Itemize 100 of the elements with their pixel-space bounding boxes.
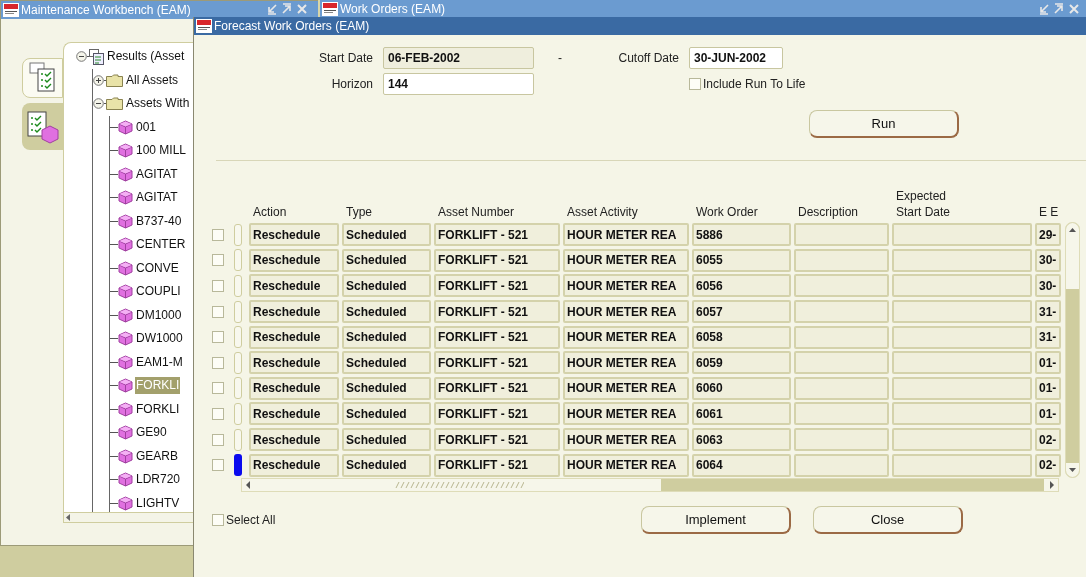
date-field[interactable]: 144 [383,73,534,95]
table-cell[interactable]: 31- [1035,325,1061,349]
date-field[interactable]: 30-JUN-2002 [689,47,783,69]
table-cell[interactable]: HOUR METER REA [563,428,689,452]
table-cell[interactable]: Reschedule [249,351,339,375]
table-cell[interactable]: FORKLIFT - 521 [434,325,560,349]
tree-item[interactable]: CENTER [135,236,187,254]
table-cell[interactable]: 6060 [692,376,791,400]
table-cell[interactable]: Reschedule [249,428,339,452]
horizontal-scrollbar[interactable] [241,477,1059,492]
close-icon[interactable] [296,3,308,15]
table-cell[interactable]: Scheduled [342,428,431,452]
tree-item[interactable]: CONVE [135,259,180,277]
row-checkbox[interactable] [212,305,224,318]
table-cell[interactable]: FORKLIFT - 521 [434,402,560,426]
table-cell[interactable] [892,300,1032,324]
vertical-scrollbar[interactable] [1065,222,1080,478]
table-cell[interactable] [892,223,1032,247]
table-cell[interactable] [892,376,1032,400]
table-cell[interactable] [794,428,889,452]
table-cell[interactable] [892,248,1032,272]
table-cell[interactable]: Scheduled [342,376,431,400]
table-cell[interactable]: 31- [1035,300,1061,324]
row-checkbox[interactable] [212,356,224,369]
table-cell[interactable]: 6061 [692,402,791,426]
scroll-thumb[interactable] [256,478,661,491]
tree-item[interactable]: LIGHTV [135,494,181,512]
table-cell[interactable]: FORKLIFT - 521 [434,453,560,477]
table-cell[interactable]: 30- [1035,248,1061,272]
side-tab[interactable] [22,103,63,150]
table-cell[interactable]: Reschedule [249,248,339,272]
row-checkbox[interactable] [212,459,224,472]
tree-item[interactable]: AGITAT [135,189,179,207]
table-cell[interactable]: 02- [1035,453,1061,477]
table-cell[interactable] [794,274,889,298]
table-cell[interactable]: Reschedule [249,453,339,477]
table-cell[interactable]: HOUR METER REA [563,376,689,400]
maximize-icon[interactable] [1053,3,1065,15]
table-cell[interactable] [794,402,889,426]
table-cell[interactable]: Scheduled [342,300,431,324]
table-cell[interactable]: HOUR METER REA [563,223,689,247]
tree-item[interactable]: LDR720 [135,471,182,489]
table-cell[interactable]: HOUR METER REA [563,453,689,477]
table-cell[interactable]: Reschedule [249,325,339,349]
scroll-right-icon[interactable] [1044,478,1058,491]
implement-button[interactable]: Implement [641,505,791,534]
table-cell[interactable]: Reschedule [249,300,339,324]
table-cell[interactable]: Reschedule [249,376,339,400]
tree-item[interactable]: All Assets [125,71,180,89]
checkbox[interactable] [212,513,224,526]
table-cell[interactable]: HOUR METER REA [563,274,689,298]
table-cell[interactable]: HOUR METER REA [563,351,689,375]
maximize-icon[interactable] [281,3,293,15]
collapse-icon[interactable] [76,51,87,63]
tree-item[interactable]: Assets With [125,95,191,113]
row-indicator[interactable] [234,454,242,477]
tree-item[interactable]: AGITAT [135,165,179,183]
table-cell[interactable]: 5886 [692,223,791,247]
table-cell[interactable] [794,300,889,324]
scroll-thumb[interactable] [1066,223,1079,289]
tree-item[interactable]: B737-40 [135,212,183,230]
table-cell[interactable] [892,428,1032,452]
table-cell[interactable]: 6056 [692,274,791,298]
table-cell[interactable] [892,325,1032,349]
row-checkbox[interactable] [212,280,224,292]
scroll-up-icon[interactable] [1068,226,1077,234]
table-cell[interactable] [794,325,889,349]
table-cell[interactable] [892,274,1032,298]
close-icon[interactable] [1068,3,1080,15]
table-cell[interactable]: 6063 [692,428,791,452]
close-button[interactable]: Close [813,505,963,534]
table-cell[interactable]: 02- [1035,428,1061,452]
table-cell[interactable]: 30- [1035,274,1061,298]
tree-item[interactable]: GE90 [135,424,168,442]
tree-item[interactable]: DW1000 [135,330,184,348]
table-cell[interactable] [892,402,1032,426]
table-cell[interactable]: Scheduled [342,402,431,426]
scroll-down-icon[interactable] [1068,466,1077,474]
horizontal-scrollbar[interactable] [63,512,194,523]
collapse-icon[interactable] [93,98,104,110]
table-cell[interactable]: Scheduled [342,351,431,375]
side-tab[interactable] [22,58,63,98]
table-cell[interactable] [892,453,1032,477]
table-cell[interactable]: 01- [1035,376,1061,400]
tree-item[interactable]: EAM1-M [135,353,184,371]
checkbox[interactable] [689,78,701,90]
row-checkbox[interactable] [212,433,224,446]
table-cell[interactable]: Scheduled [342,453,431,477]
table-cell[interactable]: Reschedule [249,402,339,426]
minimize-icon[interactable] [1038,3,1050,15]
minimize-icon[interactable] [266,3,278,15]
table-cell[interactable] [794,223,889,247]
table-cell[interactable] [892,351,1032,375]
table-cell[interactable]: FORKLIFT - 521 [434,428,560,452]
run-button[interactable]: Run [809,110,959,138]
scroll-left-icon[interactable] [242,478,256,491]
expand-icon[interactable] [93,74,104,86]
row-checkbox[interactable] [212,331,224,344]
table-cell[interactable]: FORKLIFT - 521 [434,300,560,324]
tree-item[interactable]: GEARB [135,447,179,465]
